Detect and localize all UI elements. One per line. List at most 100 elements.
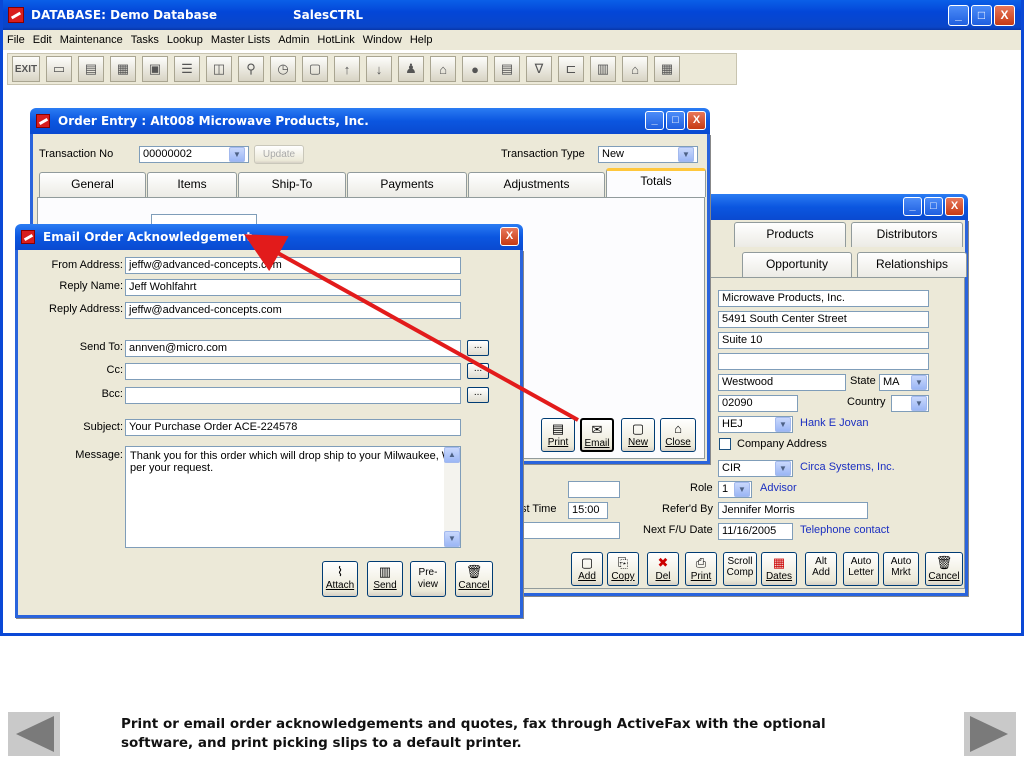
- document-icon[interactable]: ▤: [494, 56, 520, 82]
- transaction-type-dropdown-icon[interactable]: ▼: [678, 147, 694, 162]
- subject-field[interactable]: Your Purchase Order ACE-224578: [125, 419, 461, 436]
- transaction-no-dropdown-icon[interactable]: ▼: [229, 147, 245, 162]
- company-field[interactable]: Microwave Products, Inc.: [718, 290, 929, 307]
- dates-button[interactable]: ▦ Dates: [761, 552, 797, 586]
- del-button[interactable]: ✖ Del: [647, 552, 679, 586]
- exit-button[interactable]: EXIT: [12, 56, 40, 82]
- scroll-up-icon[interactable]: ▲: [444, 447, 460, 463]
- bcc-browse-button[interactable]: ...: [467, 387, 489, 403]
- state-dropdown-icon[interactable]: ▼: [911, 375, 927, 390]
- zip-field[interactable]: 02090: [718, 395, 798, 412]
- customer-minimize-button[interactable]: _: [903, 197, 922, 216]
- send-to-browse-button[interactable]: ...: [467, 340, 489, 356]
- next-slide-button[interactable]: [964, 712, 1016, 756]
- frame-icon[interactable]: ▢: [302, 56, 328, 82]
- inbox-icon[interactable]: ⌂: [430, 56, 456, 82]
- new-order-button[interactable]: ▢ New: [621, 418, 655, 452]
- print-button[interactable]: ⎙ Print: [685, 552, 717, 586]
- next-fu-field[interactable]: 11/16/2005: [718, 523, 793, 540]
- tab-general[interactable]: General: [39, 172, 146, 197]
- circle-icon[interactable]: ●: [462, 56, 488, 82]
- menu-window[interactable]: Window: [363, 34, 402, 46]
- menu-master-lists[interactable]: Master Lists: [211, 34, 270, 46]
- tab-adjustments[interactable]: Adjustments: [468, 172, 605, 197]
- order-close-button[interactable]: X: [687, 111, 706, 130]
- rep-dropdown-icon[interactable]: ▼: [775, 417, 791, 432]
- window-icon[interactable]: ◫: [206, 56, 232, 82]
- up-arrow-icon[interactable]: ↑: [334, 56, 360, 82]
- close-order-button[interactable]: ⌂ Close: [660, 418, 696, 452]
- menu-maintenance[interactable]: Maintenance: [60, 34, 123, 46]
- tab-distributors[interactable]: Distributors: [851, 222, 963, 247]
- tab-items[interactable]: Items: [147, 172, 237, 197]
- previous-slide-button[interactable]: [8, 712, 60, 756]
- filter-icon[interactable]: ∇: [526, 56, 552, 82]
- building-icon[interactable]: ⌂: [622, 56, 648, 82]
- time-field[interactable]: 15:00: [568, 502, 608, 519]
- email-title-bar[interactable]: Email Order Acknowledgement X: [15, 224, 523, 250]
- customer-close-button[interactable]: X: [945, 197, 964, 216]
- maximize-button[interactable]: □: [971, 5, 992, 26]
- update-button[interactable]: Update: [254, 145, 304, 164]
- alt-add-button[interactable]: Alt Add: [805, 552, 837, 586]
- address1-field[interactable]: 5491 South Center Street: [718, 311, 929, 328]
- customer-cancel-button[interactable]: 🗑 Cancel: [925, 552, 963, 586]
- screen-icon[interactable]: ▦: [110, 56, 136, 82]
- tab-totals[interactable]: Totals: [606, 168, 706, 197]
- menu-hotlink[interactable]: HotLink: [317, 34, 354, 46]
- message-field[interactable]: [125, 446, 461, 548]
- auto-mrkt-button[interactable]: Auto Mrkt: [883, 552, 919, 586]
- scroll-comp-button[interactable]: Scroll Comp: [723, 552, 757, 586]
- tab-payments[interactable]: Payments: [347, 172, 467, 197]
- next-fu-type-link[interactable]: Telephone contact: [800, 524, 889, 536]
- reply-name-field[interactable]: Jeff Wohlfahrt: [125, 279, 461, 296]
- auto-letter-button[interactable]: Auto Letter: [843, 552, 879, 586]
- bcc-field[interactable]: [125, 387, 461, 404]
- customer-maximize-button[interactable]: □: [924, 197, 943, 216]
- copy-button[interactable]: ⎘ Copy: [607, 552, 639, 586]
- email-cancel-button[interactable]: 🗑 Cancel: [455, 561, 493, 597]
- country-dropdown-icon[interactable]: ▼: [911, 396, 927, 411]
- scroll-down-icon[interactable]: ▼: [444, 531, 460, 547]
- lead-name-link[interactable]: Circa Systems, Inc.: [800, 461, 895, 473]
- report-icon[interactable]: ▦: [654, 56, 680, 82]
- main-title-bar[interactable]: DATABASE: Demo Database SalesCTRL _ □ X: [3, 0, 1021, 30]
- menu-help[interactable]: Help: [410, 34, 433, 46]
- role-name-link[interactable]: Advisor: [760, 482, 797, 494]
- email-order-button[interactable]: ✉ Email: [580, 418, 614, 452]
- add-button[interactable]: ▢ Add: [571, 552, 603, 586]
- referd-by-field[interactable]: Jennifer Morris: [718, 502, 868, 519]
- menu-admin[interactable]: Admin: [278, 34, 309, 46]
- address2-field[interactable]: Suite 10: [718, 332, 929, 349]
- order-minimize-button[interactable]: _: [645, 111, 664, 130]
- blank-field-2[interactable]: [515, 522, 620, 539]
- notepad-icon[interactable]: ☰: [174, 56, 200, 82]
- book-icon[interactable]: ▥: [590, 56, 616, 82]
- tab-opportunity[interactable]: Opportunity: [742, 252, 852, 277]
- menu-tasks[interactable]: Tasks: [131, 34, 159, 46]
- preview-button[interactable]: Pre-view: [410, 561, 446, 597]
- open-folder-icon[interactable]: ▭: [46, 56, 72, 82]
- cc-browse-button[interactable]: ...: [467, 363, 489, 379]
- menu-edit[interactable]: Edit: [33, 34, 52, 46]
- clock-icon[interactable]: ◷: [270, 56, 296, 82]
- send-button[interactable]: ▥ Send: [367, 561, 403, 597]
- send-to-field[interactable]: annven@micro.com: [125, 340, 461, 357]
- rep-name-link[interactable]: Hank E Jovan: [800, 417, 868, 429]
- menu-file[interactable]: File: [7, 34, 25, 46]
- close-button[interactable]: X: [994, 5, 1015, 26]
- from-address-field[interactable]: jeffw@advanced-concepts.com: [125, 257, 461, 274]
- message-scrollbar[interactable]: ▲ ▼: [444, 447, 460, 547]
- tab-relationships[interactable]: Relationships: [857, 252, 967, 277]
- email-close-button[interactable]: X: [500, 227, 519, 246]
- order-maximize-button[interactable]: □: [666, 111, 685, 130]
- order-entry-title-bar[interactable]: Order Entry : Alt008 Microwave Products,…: [30, 108, 710, 134]
- tag-icon[interactable]: ⊏: [558, 56, 584, 82]
- tab-ship-to[interactable]: Ship-To: [238, 172, 346, 197]
- tab-products[interactable]: Products: [734, 222, 846, 247]
- address3-field[interactable]: [718, 353, 929, 370]
- print-order-button[interactable]: ▤ Print: [541, 418, 575, 452]
- down-arrow-icon[interactable]: ↓: [366, 56, 392, 82]
- company-address-checkbox[interactable]: [719, 438, 731, 450]
- binoculars-icon[interactable]: ⚲: [238, 56, 264, 82]
